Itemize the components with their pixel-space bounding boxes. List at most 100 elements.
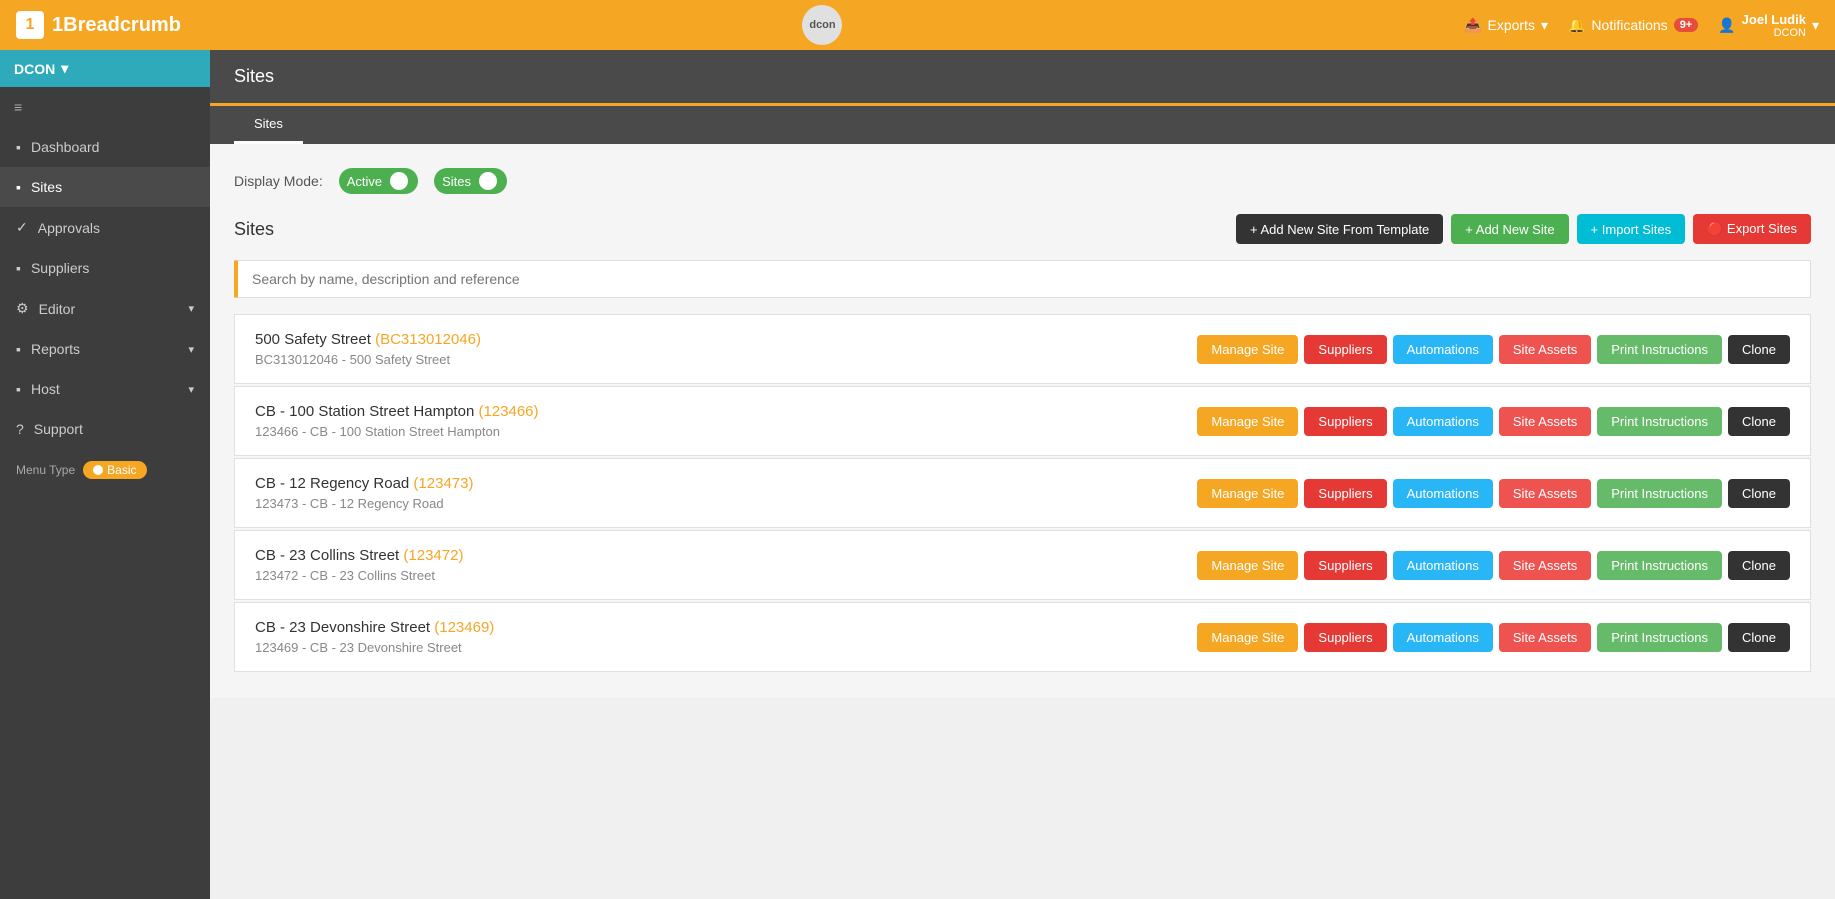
- dashboard-icon: ▪: [16, 139, 21, 155]
- clone-button[interactable]: Clone: [1728, 407, 1790, 436]
- automations-button[interactable]: Automations: [1393, 479, 1493, 508]
- site-card: 500 Safety Street (BC313012046) BC313012…: [234, 314, 1811, 384]
- automations-button[interactable]: Automations: [1393, 407, 1493, 436]
- bell-icon: 🔔: [1568, 17, 1585, 34]
- user-info: Joel Ludik DCON: [1742, 12, 1806, 39]
- site-name: CB - 100 Station Street Hampton (123466): [255, 403, 1197, 420]
- sidebar-item-editor[interactable]: ⚙ Editor ▾: [0, 288, 210, 329]
- sites-icon: ▪: [16, 179, 21, 195]
- host-icon: ▪: [16, 381, 21, 397]
- manage-site-button[interactable]: Manage Site: [1197, 335, 1298, 364]
- toggle-knob: [390, 172, 408, 190]
- site-name: CB - 23 Devonshire Street (123469): [255, 619, 1197, 636]
- chevron-down-icon: ▾: [188, 343, 194, 356]
- automations-button[interactable]: Automations: [1393, 335, 1493, 364]
- manage-site-button[interactable]: Manage Site: [1197, 551, 1298, 580]
- clone-button[interactable]: Clone: [1728, 551, 1790, 580]
- site-actions: Manage Site Suppliers Automations Site A…: [1197, 335, 1790, 364]
- sites-toggle-label: Sites: [442, 174, 471, 189]
- user-menu[interactable]: 👤 Joel Ludik DCON ▾: [1718, 12, 1819, 39]
- top-center: dcon: [181, 5, 1464, 45]
- sites-toggle[interactable]: Sites: [434, 168, 507, 194]
- editor-icon: ⚙: [16, 300, 29, 317]
- brand-name: 1Breadcrumb: [52, 14, 181, 37]
- sidebar-org-button[interactable]: DCON ▾: [0, 50, 210, 87]
- site-assets-button[interactable]: Site Assets: [1499, 551, 1591, 580]
- print-instructions-button[interactable]: Print Instructions: [1597, 479, 1722, 508]
- menu-type-row: Menu Type Basic: [0, 449, 210, 491]
- page-header: Sites: [210, 50, 1835, 106]
- approvals-icon: ✓: [16, 219, 28, 236]
- clone-button[interactable]: Clone: [1728, 623, 1790, 652]
- menu-type-toggle[interactable]: Basic: [83, 461, 146, 479]
- suppliers-button[interactable]: Suppliers: [1304, 335, 1386, 364]
- menu-type-value: Basic: [107, 463, 136, 477]
- sidebar-toggle[interactable]: ≡: [0, 87, 210, 127]
- sidebar-item-label: Sites: [31, 179, 62, 195]
- site-assets-button[interactable]: Site Assets: [1499, 623, 1591, 652]
- add-new-site-button[interactable]: + Add New Site: [1451, 214, 1568, 244]
- site-desc: 123473 - CB - 12 Regency Road: [255, 496, 1197, 511]
- site-assets-button[interactable]: Site Assets: [1499, 479, 1591, 508]
- toggle-dot: [93, 465, 103, 475]
- site-ref: (123473): [413, 475, 473, 492]
- site-desc: 123466 - CB - 100 Station Street Hampton: [255, 424, 1197, 439]
- suppliers-button[interactable]: Suppliers: [1304, 407, 1386, 436]
- clone-button[interactable]: Clone: [1728, 335, 1790, 364]
- display-mode-row: Display Mode: Active Sites: [234, 168, 1811, 194]
- manage-site-button[interactable]: Manage Site: [1197, 407, 1298, 436]
- active-toggle[interactable]: Active: [339, 168, 418, 194]
- automations-button[interactable]: Automations: [1393, 551, 1493, 580]
- sidebar-item-dashboard[interactable]: ▪ Dashboard: [0, 127, 210, 167]
- print-instructions-button[interactable]: Print Instructions: [1597, 623, 1722, 652]
- sidebar-item-suppliers[interactable]: ▪ Suppliers: [0, 248, 210, 288]
- sidebar-item-support[interactable]: ? Support: [0, 409, 210, 449]
- clone-button[interactable]: Clone: [1728, 479, 1790, 508]
- tab-sites[interactable]: Sites: [234, 106, 303, 144]
- menu-type-label: Menu Type: [16, 463, 75, 477]
- manage-site-button[interactable]: Manage Site: [1197, 623, 1298, 652]
- exports-button[interactable]: 📤 Exports ▾: [1464, 17, 1548, 34]
- site-assets-button[interactable]: Site Assets: [1499, 407, 1591, 436]
- notifications-button[interactable]: 🔔 Notifications 9+: [1568, 17, 1698, 34]
- user-icon: 👤: [1718, 17, 1735, 34]
- sidebar-item-host[interactable]: ▪ Host ▾: [0, 369, 210, 409]
- page-title: Sites: [234, 66, 274, 87]
- sidebar-item-reports[interactable]: ▪ Reports ▾: [0, 329, 210, 369]
- site-info: CB - 100 Station Street Hampton (123466)…: [255, 403, 1197, 439]
- suppliers-button[interactable]: Suppliers: [1304, 479, 1386, 508]
- org-label: DCON: [14, 61, 55, 77]
- print-instructions-button[interactable]: Print Instructions: [1597, 335, 1722, 364]
- brand-logo: 1: [16, 11, 44, 39]
- manage-site-button[interactable]: Manage Site: [1197, 479, 1298, 508]
- sidebar-item-label: Support: [34, 421, 83, 437]
- sidebar-item-sites[interactable]: ▪ Sites: [0, 167, 210, 207]
- site-ref: (123466): [478, 403, 538, 420]
- export-sites-button[interactable]: 🔴 Export Sites: [1693, 214, 1811, 244]
- page-tabs: Sites: [210, 106, 1835, 144]
- action-buttons: + Add New Site From Template + Add New S…: [1236, 214, 1811, 244]
- site-info: 500 Safety Street (BC313012046) BC313012…: [255, 331, 1197, 367]
- automations-button[interactable]: Automations: [1393, 623, 1493, 652]
- add-from-template-button[interactable]: + Add New Site From Template: [1236, 214, 1443, 244]
- sidebar-item-approvals[interactable]: ✓ Approvals: [0, 207, 210, 248]
- print-instructions-button[interactable]: Print Instructions: [1597, 551, 1722, 580]
- import-sites-button[interactable]: + Import Sites: [1577, 214, 1686, 244]
- main-content: Sites Sites Display Mode: Active Sites S…: [210, 50, 1835, 899]
- site-name: CB - 12 Regency Road (123473): [255, 475, 1197, 492]
- search-bar: [234, 260, 1811, 298]
- brand: 1 1Breadcrumb: [16, 11, 181, 39]
- site-info: CB - 23 Devonshire Street (123469) 12346…: [255, 619, 1197, 655]
- site-actions: Manage Site Suppliers Automations Site A…: [1197, 407, 1790, 436]
- site-desc: 123472 - CB - 23 Collins Street: [255, 568, 1197, 583]
- site-actions: Manage Site Suppliers Automations Site A…: [1197, 623, 1790, 652]
- site-ref: (BC313012046): [375, 331, 481, 348]
- site-assets-button[interactable]: Site Assets: [1499, 335, 1591, 364]
- suppliers-button[interactable]: Suppliers: [1304, 551, 1386, 580]
- suppliers-icon: ▪: [16, 260, 21, 276]
- site-card: CB - 12 Regency Road (123473) 123473 - C…: [234, 458, 1811, 528]
- print-instructions-button[interactable]: Print Instructions: [1597, 407, 1722, 436]
- suppliers-button[interactable]: Suppliers: [1304, 623, 1386, 652]
- site-card: CB - 23 Devonshire Street (123469) 12346…: [234, 602, 1811, 672]
- search-input[interactable]: [252, 271, 1796, 287]
